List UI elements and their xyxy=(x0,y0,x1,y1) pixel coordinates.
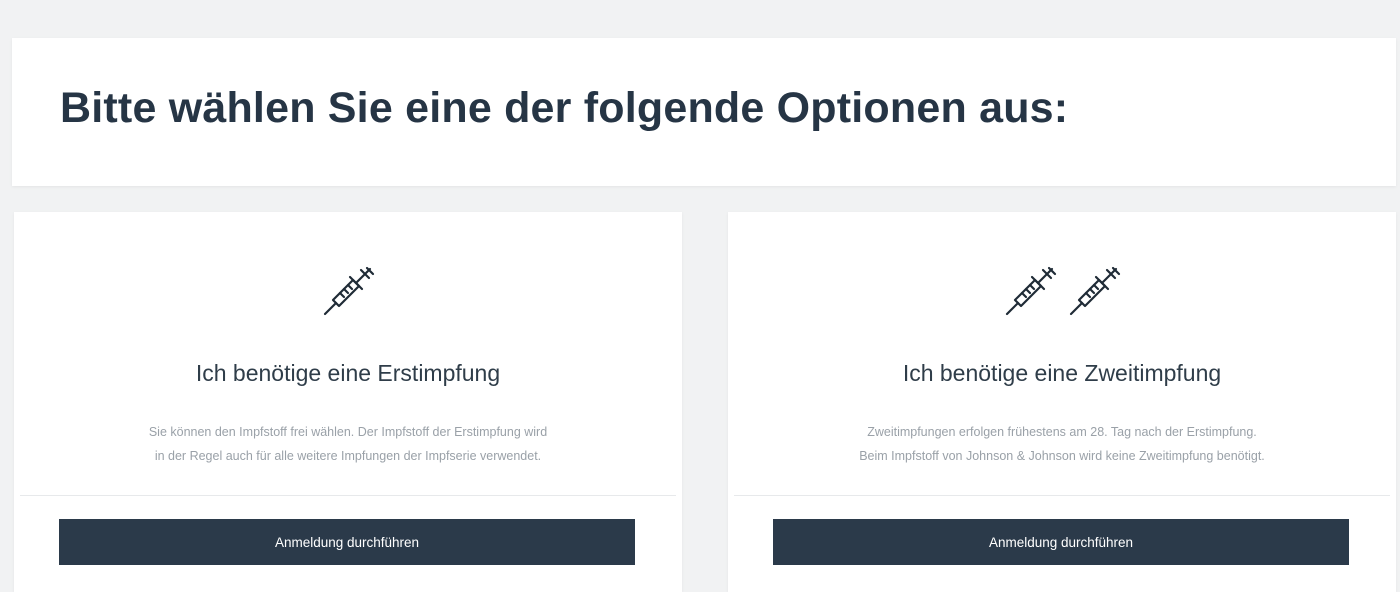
divider xyxy=(734,495,1390,496)
description-line: in der Regel auch für alle weitere Impfu… xyxy=(154,449,542,463)
divider xyxy=(20,495,676,496)
option-card-first-vaccination: Ich benötige eine Erstimpfung Sie können… xyxy=(14,212,682,592)
option-title: Ich benötige eine Zweitimpfung xyxy=(902,360,1222,386)
syringe-icon xyxy=(1069,266,1121,316)
syringe-icon xyxy=(1005,266,1057,316)
description-line: Sie können den Impfstoff frei wählen. De… xyxy=(148,425,548,439)
option-description: Sie können den Impfstoff frei wählen. De… xyxy=(54,420,642,468)
option-card-second-vaccination: Ich benötige eine Zweitimpfung Zweitimpf… xyxy=(728,212,1396,592)
register-second-vaccination-button[interactable]: Anmeldung durchführen xyxy=(773,519,1349,565)
icon-container xyxy=(14,254,682,316)
syringe-icon xyxy=(323,266,375,316)
description-line: Beim Impfstoff von Johnson & Johnson wir… xyxy=(859,449,1265,463)
option-title: Ich benötige eine Erstimpfung xyxy=(195,360,501,386)
page-title: Bitte wählen Sie eine der folgende Optio… xyxy=(60,84,1069,132)
icon-container xyxy=(728,254,1396,316)
option-description: Zweitimpfungen erfolgen frühestens am 28… xyxy=(768,420,1356,468)
header-card: Bitte wählen Sie eine der folgende Optio… xyxy=(12,38,1396,186)
register-first-vaccination-button[interactable]: Anmeldung durchführen xyxy=(59,519,635,565)
description-line: Zweitimpfungen erfolgen frühestens am 28… xyxy=(867,425,1257,439)
